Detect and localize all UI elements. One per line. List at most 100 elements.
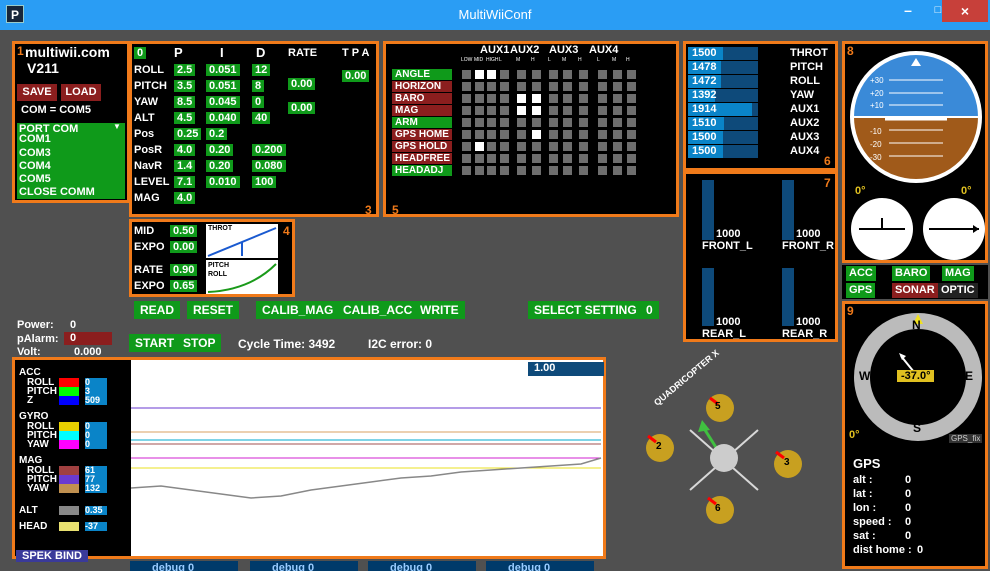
aux-switch-cell[interactable] — [500, 142, 509, 151]
aux-switch-cell[interactable] — [475, 70, 484, 79]
start-button[interactable]: START — [129, 334, 181, 352]
aux-switch-cell[interactable] — [598, 166, 607, 175]
aux-switch-cell[interactable] — [517, 118, 526, 127]
aux-switch-cell[interactable] — [613, 154, 622, 163]
aux-switch-cell[interactable] — [627, 82, 636, 91]
aux-switch-cell[interactable] — [487, 70, 496, 79]
aux-switch-cell[interactable] — [549, 118, 558, 127]
aux-switch-cell[interactable] — [462, 82, 471, 91]
pid-p-field[interactable]: 2.5 — [174, 64, 196, 76]
pid-i-field[interactable]: 0.051 — [206, 80, 240, 92]
aux-switch-cell[interactable] — [500, 166, 509, 175]
palarm-field[interactable]: 0 — [64, 332, 112, 345]
pid-i-field[interactable]: 0.2 — [206, 128, 228, 140]
reset-button[interactable]: RESET — [187, 301, 240, 319]
aux-switch-cell[interactable] — [475, 142, 484, 151]
aux-switch-cell[interactable] — [487, 154, 496, 163]
aux-switch-cell[interactable] — [487, 94, 496, 103]
aux-switch-cell[interactable] — [500, 94, 509, 103]
aux-switch-cell[interactable] — [500, 154, 509, 163]
aux-switch-cell[interactable] — [500, 106, 509, 115]
port-item-com4[interactable]: COM4 — [19, 160, 51, 172]
read-button[interactable]: READ — [134, 301, 181, 319]
aux-switch-cell[interactable] — [475, 82, 484, 91]
aux-switch-cell[interactable] — [462, 118, 471, 127]
write-button[interactable]: WRITE — [414, 301, 465, 319]
select-setting-button[interactable]: SELECT SETTING — [528, 301, 643, 319]
aux-switch-cell[interactable] — [579, 70, 588, 79]
aux-switch-cell[interactable] — [627, 154, 636, 163]
aux-switch-cell[interactable] — [563, 106, 572, 115]
expo-field[interactable]: 0.00 — [170, 241, 198, 253]
aux-switch-cell[interactable] — [517, 130, 526, 139]
pid-d-field[interactable]: 0.080 — [252, 160, 286, 172]
aux-switch-cell[interactable] — [549, 94, 558, 103]
pid-i-field[interactable]: 0.051 — [206, 64, 240, 76]
aux-switch-cell[interactable] — [627, 118, 636, 127]
aux-switch-cell[interactable] — [598, 70, 607, 79]
aux-switch-cell[interactable] — [517, 94, 526, 103]
aux-switch-cell[interactable] — [517, 142, 526, 151]
stop-button[interactable]: STOP — [177, 334, 222, 352]
calib-acc-button[interactable]: CALIB_ACC — [337, 301, 419, 319]
aux-switch-cell[interactable] — [598, 82, 607, 91]
save-button[interactable]: SAVE — [17, 84, 57, 101]
aux-switch-cell[interactable] — [487, 82, 496, 91]
pid-d-field[interactable]: 0.200 — [252, 144, 286, 156]
aux-switch-cell[interactable] — [475, 106, 484, 115]
aux-switch-cell[interactable] — [579, 82, 588, 91]
pid-p-field[interactable]: 7.1 — [174, 176, 196, 188]
pid-d-field[interactable]: 0 — [252, 96, 265, 108]
aux-switch-cell[interactable] — [627, 94, 636, 103]
aux-switch-cell[interactable] — [598, 118, 607, 127]
aux-switch-cell[interactable] — [549, 130, 558, 139]
aux-switch-cell[interactable] — [462, 154, 471, 163]
aux-switch-cell[interactable] — [563, 118, 572, 127]
aux-switch-cell[interactable] — [532, 106, 541, 115]
aux-switch-cell[interactable] — [627, 142, 636, 151]
pid-p-field[interactable]: 1.4 — [174, 160, 196, 172]
aux-switch-cell[interactable] — [613, 106, 622, 115]
aux-switch-cell[interactable] — [517, 166, 526, 175]
aux-switch-cell[interactable] — [462, 70, 471, 79]
aux-switch-cell[interactable] — [598, 130, 607, 139]
pid-p-field[interactable]: 4.5 — [174, 112, 196, 124]
aux-switch-cell[interactable] — [579, 118, 588, 127]
pid-i-field[interactable]: 0.20 — [206, 144, 234, 156]
aux-switch-cell[interactable] — [532, 130, 541, 139]
pid-p-field[interactable]: 0.25 — [174, 128, 202, 140]
aux-switch-cell[interactable] — [563, 130, 572, 139]
aux-switch-cell[interactable] — [532, 154, 541, 163]
close-comm-button[interactable]: CLOSE COMM — [19, 186, 95, 198]
aux-switch-cell[interactable] — [487, 106, 496, 115]
aux-switch-cell[interactable] — [549, 166, 558, 175]
aux-switch-cell[interactable] — [579, 106, 588, 115]
aux-switch-cell[interactable] — [627, 70, 636, 79]
aux-switch-cell[interactable] — [579, 166, 588, 175]
aux-switch-cell[interactable] — [579, 154, 588, 163]
port-item-com5[interactable]: COM5 — [19, 173, 51, 185]
aux-switch-cell[interactable] — [563, 94, 572, 103]
aux-switch-cell[interactable] — [475, 118, 484, 127]
aux-switch-cell[interactable] — [462, 142, 471, 151]
aux-switch-cell[interactable] — [462, 166, 471, 175]
aux-switch-cell[interactable] — [462, 106, 471, 115]
aux-switch-cell[interactable] — [532, 70, 541, 79]
aux-switch-cell[interactable] — [579, 130, 588, 139]
aux-switch-cell[interactable] — [517, 82, 526, 91]
pid-i-field[interactable]: 0.20 — [206, 160, 234, 172]
aux-switch-cell[interactable] — [627, 130, 636, 139]
aux-switch-cell[interactable] — [500, 70, 509, 79]
aux-switch-cell[interactable] — [532, 142, 541, 151]
pid-i-field[interactable]: 0.010 — [206, 176, 240, 188]
aux-switch-cell[interactable] — [598, 106, 607, 115]
expo2-field[interactable]: 0.65 — [170, 280, 198, 292]
aux-switch-cell[interactable] — [475, 154, 484, 163]
setting-value[interactable]: 0 — [640, 301, 659, 319]
aux-switch-cell[interactable] — [500, 130, 509, 139]
aux-switch-cell[interactable] — [517, 154, 526, 163]
aux-switch-cell[interactable] — [475, 166, 484, 175]
load-button[interactable]: LOAD — [61, 84, 101, 101]
aux-switch-cell[interactable] — [475, 130, 484, 139]
aux-switch-cell[interactable] — [487, 118, 496, 127]
